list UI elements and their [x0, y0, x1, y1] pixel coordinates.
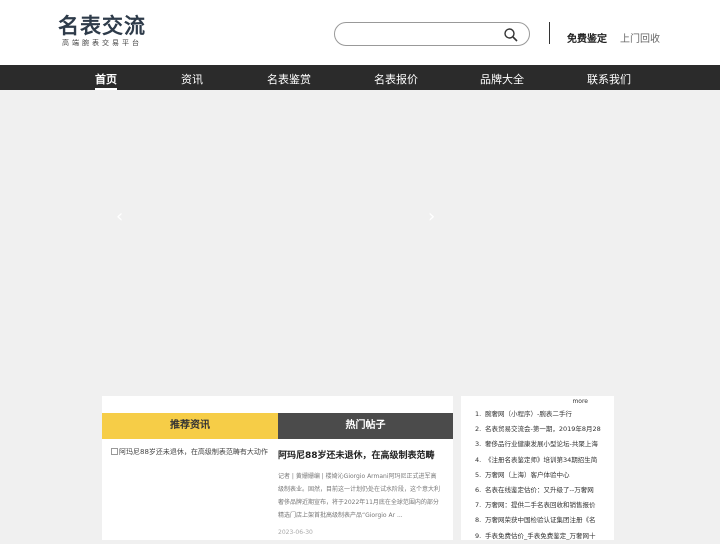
nav-item-news[interactable]: 资讯 — [181, 71, 203, 87]
nav-item-prices[interactable]: 名表报价 — [374, 71, 418, 87]
tab-recommended-news[interactable]: 推荐资讯 — [102, 413, 278, 439]
article-thumbnail[interactable]: 阿玛尼88岁还未退休，在高级制表范畴有大动作 — [111, 447, 271, 459]
list-item[interactable]: 9. 手表免费估价_手表免费鉴定_万奢网十 — [475, 529, 611, 544]
header: 名表交流 高端腕表交易平台 免费鉴定 上门回收 — [0, 0, 720, 65]
nav-item-appreciation[interactable]: 名表鉴赏 — [267, 71, 311, 87]
list-item[interactable]: 8. 万奢网荣获中国检验认证集团注册《名 — [475, 513, 611, 528]
free-appraisal-link[interactable]: 免费鉴定 — [567, 30, 607, 45]
banner-next-arrow[interactable]: › — [428, 206, 435, 227]
nav-item-home[interactable]: 首页 — [95, 71, 117, 90]
logo-title: 名表交流 — [58, 13, 146, 38]
sidebar-list: 1. 腕奢网（小程序）-腕表二手行 2. 名表贸易交流会-第一期，2019年8月28… — [475, 407, 611, 544]
nav-item-brands[interactable]: 品牌大全 — [480, 71, 524, 87]
article-date: 2023-06-30 — [278, 529, 313, 536]
more-link[interactable]: more — [572, 398, 588, 405]
article-title[interactable]: 阿玛尼88岁还未退休，在高级制表范畴 — [278, 448, 435, 461]
list-item[interactable]: 2. 名表贸易交流会-第一期，2019年8月28 — [475, 422, 611, 437]
logo-subtitle: 高端腕表交易平台 — [62, 39, 142, 47]
list-item[interactable]: 4. 《注册名表鉴定师》培训第34期招生简 — [475, 453, 611, 468]
main-nav: 首页 资讯 名表鉴赏 名表报价 品牌大全 联系我们 — [0, 65, 720, 90]
home-recycle-link[interactable]: 上门回收 — [620, 30, 660, 45]
list-item[interactable]: 6. 名表在线鉴定估价：又升级了--万奢网 — [475, 483, 611, 498]
search-icon[interactable] — [503, 27, 519, 43]
sidebar-list-panel: more 1. 腕奢网（小程序）-腕表二手行 2. 名表贸易交流会-第一期，2019… — [461, 396, 614, 540]
banner-prev-arrow[interactable]: ‹ — [116, 206, 123, 227]
tab-hot-posts[interactable]: 热门帖子 — [278, 413, 453, 439]
search-input[interactable] — [345, 25, 495, 43]
banner-carousel: ‹ › — [0, 90, 720, 396]
list-item[interactable]: 1. 腕奢网（小程序）-腕表二手行 — [475, 407, 611, 422]
article-thumbnail-alt: 阿玛尼88岁还未退休，在高级制表范畴有大动作 — [119, 448, 268, 456]
nav-item-contact[interactable]: 联系我们 — [587, 71, 631, 87]
list-item[interactable]: 3. 奢侈品行业健康发展小型论坛-共聚上海 — [475, 437, 611, 452]
logo[interactable]: 名表交流 高端腕表交易平台 — [58, 14, 154, 50]
search-box — [334, 22, 530, 46]
header-divider — [549, 22, 550, 44]
news-panel: 推荐资讯 热门帖子 阿玛尼88岁还未退休，在高级制表范畴有大动作 阿玛尼88岁还… — [102, 396, 453, 540]
list-item[interactable]: 5. 万奢网（上海）客户体验中心 — [475, 468, 611, 483]
article-excerpt: 记者 | 黄姗姗编 | 楼婍沁Giorgio Armani阿玛尼正式进军高级制表… — [278, 473, 441, 519]
broken-image-icon — [111, 448, 118, 455]
list-item[interactable]: 7. 万奢网：提供二手名表回收和销售报价 — [475, 498, 611, 513]
